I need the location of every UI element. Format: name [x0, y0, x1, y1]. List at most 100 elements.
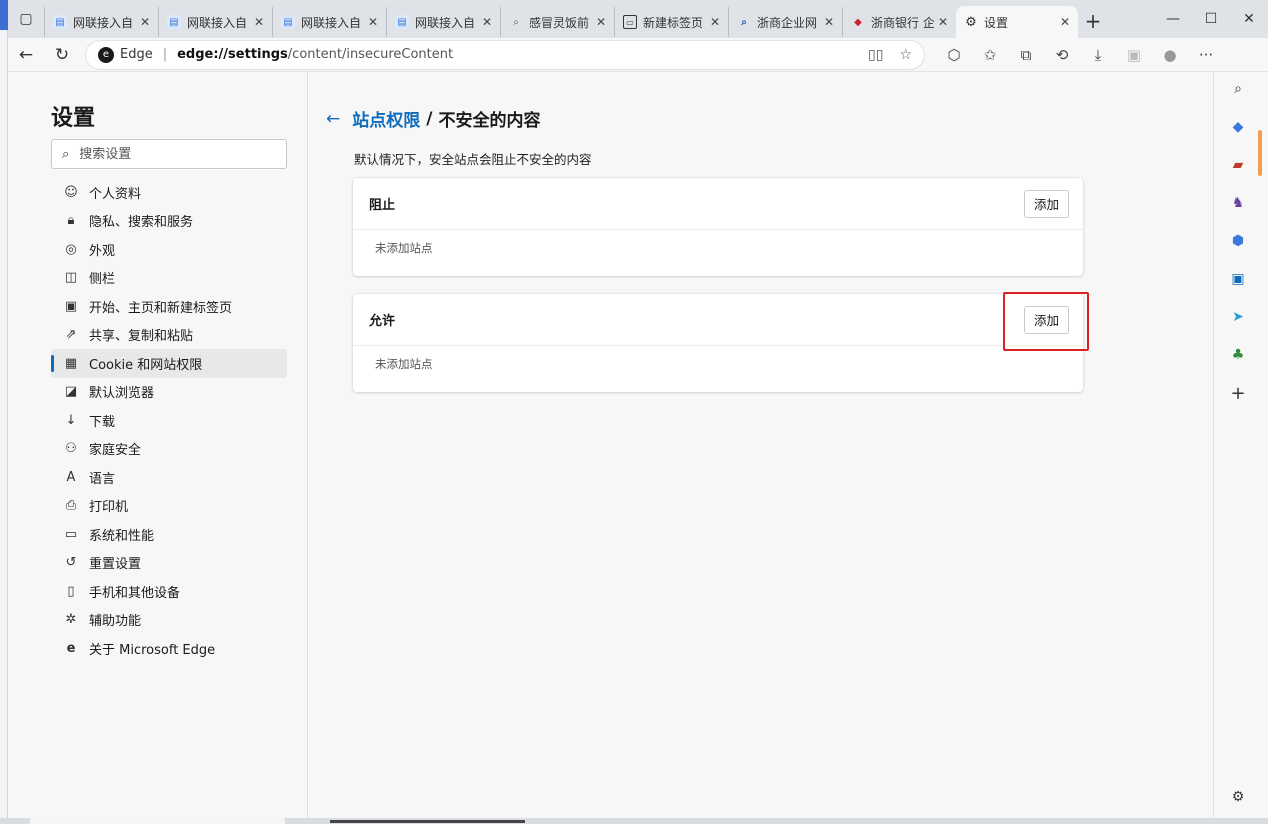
refresh-icon[interactable]: ↻ — [44, 39, 80, 71]
tools-icon[interactable]: ▰ — [1229, 156, 1247, 174]
sidebar-item-share[interactable]: ⇗ 共享、复制和粘贴 — [51, 321, 287, 350]
new-tab-button[interactable]: + — [1078, 6, 1108, 36]
close-icon[interactable]: ✕ — [1060, 15, 1070, 29]
gear-icon[interactable]: ⚙ — [1229, 788, 1247, 806]
add-favorite-icon[interactable]: ☆ — [899, 47, 912, 63]
sidebar-item-sidebar[interactable]: ◫ 侧栏 — [51, 264, 287, 293]
edge-sidebar: ⌕ ◆ ▰ ♞ ⬢ ▣ ➤ ♣ + ⚙ — [1213, 72, 1268, 818]
tree-icon[interactable]: ♣ — [1229, 346, 1247, 364]
language-icon: A — [66, 469, 76, 485]
search-input[interactable] — [79, 146, 260, 162]
close-window-icon[interactable]: ✕ — [1230, 0, 1268, 38]
doc-icon: ▤ — [281, 15, 295, 29]
close-icon[interactable]: ✕ — [824, 15, 834, 29]
ie-mode-icon[interactable]: ▣ — [1116, 39, 1152, 71]
tab[interactable]: ▭ 新建标签页 ✕ — [614, 7, 728, 37]
tab[interactable]: ▤ 网联接入自 ✕ — [386, 7, 500, 37]
search-icon[interactable]: ⌕ — [1229, 80, 1247, 98]
tab-title: 网联接入自 — [187, 15, 248, 30]
tab[interactable]: ▤ 网联接入自 ✕ — [272, 7, 386, 37]
tab-title: 网联接入自 — [73, 15, 134, 30]
sidebar-item-label: 系统和性能 — [89, 528, 155, 544]
reader-view-icon[interactable]: ▯▯ — [868, 47, 883, 63]
downloads-icon[interactable]: ⤓ — [1080, 39, 1116, 71]
send-icon[interactable]: ➤ — [1229, 308, 1247, 326]
bank-icon: ◆ — [854, 16, 862, 28]
search-icon: ⌕ — [741, 16, 747, 28]
doc-icon: ▤ — [395, 15, 409, 29]
phone-icon: ▯ — [67, 583, 75, 599]
block-add-button[interactable]: 添加 — [1023, 189, 1069, 218]
back-arrow-icon[interactable]: ← — [326, 109, 340, 129]
tab-title: 浙商企业网 — [757, 15, 818, 30]
games-icon[interactable]: ♞ — [1229, 194, 1247, 212]
sidebar-item-cookies[interactable]: ▦ Cookie 和网站权限 — [51, 349, 287, 378]
background-window — [0, 0, 8, 824]
tab[interactable]: ▤ 网联接入自 ✕ — [158, 7, 272, 37]
sidebar-item-languages[interactable]: A 语言 — [51, 463, 287, 492]
tab-settings[interactable]: ⚙ 设置 ✕ — [956, 6, 1078, 38]
printer-icon: ⎙ — [65, 498, 77, 514]
sidebar-item-printers[interactable]: ⎙ 打印机 — [51, 492, 287, 521]
tab-actions-icon[interactable]: ▢ — [8, 0, 44, 38]
shopping-tag-icon[interactable]: ◆ — [1229, 118, 1247, 136]
sidebar-item-phone[interactable]: ▯ 手机和其他设备 — [51, 577, 287, 606]
sidebar-item-family[interactable]: ⚇ 家庭安全 — [51, 435, 287, 464]
breadcrumb-site-permissions[interactable]: 站点权限 — [352, 106, 420, 131]
background-window-accent — [0, 0, 8, 30]
highlight-box — [1003, 292, 1089, 351]
profile-icon[interactable]: ● — [1152, 39, 1188, 71]
maximize-icon[interactable]: ☐ — [1192, 0, 1230, 38]
sidebar-item-reset[interactable]: ↺ 重置设置 — [51, 549, 287, 578]
close-icon[interactable]: ✕ — [368, 15, 378, 29]
tab[interactable]: ⌕ 浙商企业网 ✕ — [728, 7, 842, 37]
sidebar-item-default-browser[interactable]: ◪ 默认浏览器 — [51, 378, 287, 407]
tab-title: 网联接入自 — [415, 15, 476, 30]
close-icon[interactable]: ✕ — [938, 15, 948, 29]
back-icon[interactable]: ← — [8, 39, 44, 71]
history-icon[interactable]: ⟲ — [1044, 39, 1080, 71]
edge-icon: e — [66, 640, 76, 656]
close-icon[interactable]: ✕ — [482, 15, 492, 29]
browser-icon: ◪ — [64, 384, 78, 400]
outlook-icon[interactable]: ▣ — [1229, 270, 1247, 288]
page-title: 设置 — [51, 106, 96, 131]
office-icon[interactable]: ⬢ — [1229, 232, 1247, 250]
sidebar-item-about[interactable]: e 关于 Microsoft Edge — [51, 634, 287, 663]
close-icon[interactable]: ✕ — [710, 15, 720, 29]
tab-title: 浙商银行 企 — [871, 15, 934, 30]
more-icon[interactable]: ··· — [1188, 39, 1224, 71]
favorites-icon[interactable]: ✩ — [972, 39, 1008, 71]
sidebar-item-label: 个人资料 — [89, 186, 142, 202]
sidebar-item-accessibility[interactable]: ✲ 辅助功能 — [51, 606, 287, 635]
sidebar-icon: ◫ — [64, 270, 78, 286]
minimize-icon[interactable]: — — [1154, 0, 1192, 38]
close-icon[interactable]: ✕ — [596, 15, 606, 29]
search-icon: ⌕ — [513, 16, 519, 28]
sidebar-item-profile[interactable]: ☺ 个人资料 — [51, 178, 287, 207]
close-icon[interactable]: ✕ — [254, 15, 264, 29]
tab-bar: ▢ ▤ 网联接入自 ✕ ▤ 网联接入自 ✕ ▤ 网联接入自 ✕ ▤ 网联接入自 … — [8, 0, 1268, 38]
sidebar-item-system[interactable]: ▭ 系统和性能 — [51, 520, 287, 549]
close-icon[interactable]: ✕ — [140, 15, 150, 29]
tab[interactable]: ◆ 浙商银行 企 ✕ — [842, 7, 956, 37]
address-brand: Edge — [120, 47, 153, 62]
sidebar-item-label: 辅助功能 — [89, 614, 142, 630]
extensions-icon[interactable]: ⬡ — [936, 39, 972, 71]
profile-icon: ☺ — [64, 184, 78, 200]
sidebar-item-start-home[interactable]: ▣ 开始、主页和新建标签页 — [51, 292, 287, 321]
tab[interactable]: ▤ 网联接入自 ✕ — [44, 7, 158, 37]
collections-icon[interactable]: ⧉ — [1008, 39, 1044, 71]
sidebar-item-privacy[interactable]: 🔒︎ 隐私、搜索和服务 — [51, 207, 287, 236]
sidebar-item-label: 重置设置 — [89, 557, 142, 573]
search-box[interactable]: ⌕ — [51, 139, 287, 169]
tab[interactable]: ⌕ 感冒灵饭前 ✕ — [500, 7, 614, 37]
allow-card-header: 允许 添加 — [353, 294, 1083, 346]
address-bar[interactable]: e Edge | edge://settings /content/insecu… — [86, 40, 924, 69]
sidebar-item-appearance[interactable]: ◎ 外观 — [51, 235, 287, 264]
add-icon[interactable]: + — [1229, 383, 1247, 404]
sidebar-item-downloads[interactable]: ↓ 下载 — [51, 406, 287, 435]
navigation-bar: ← ↻ e Edge | edge://settings /content/in… — [8, 38, 1268, 72]
settings-sidebar: 设置 ⌕ ☺ 个人资料 🔒︎ 隐私、搜索和服务 ◎ 外观 ◫ 侧栏 ▣ 开始、主页和新建标… — [8, 72, 308, 818]
tab-title: 设置 — [984, 15, 1009, 30]
